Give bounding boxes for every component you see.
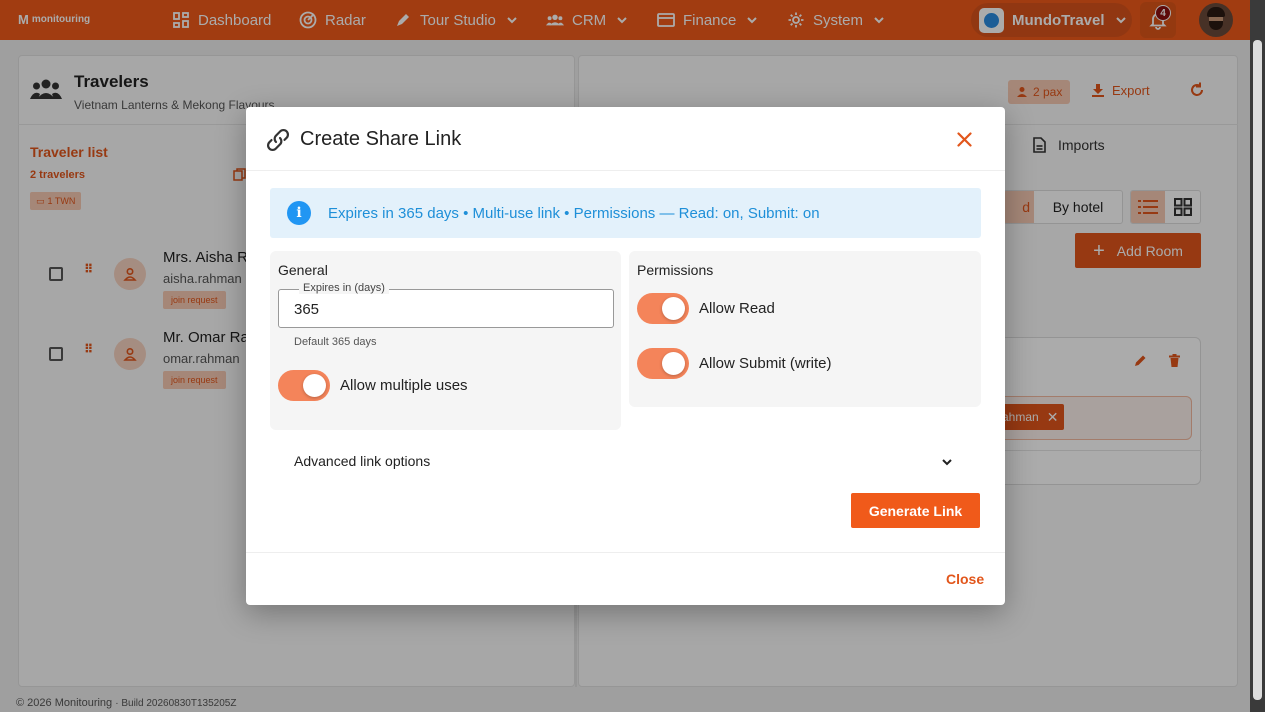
general-section: General Expires in (days) Default 365 da… — [270, 251, 621, 430]
chevron-down-icon — [941, 455, 953, 473]
advanced-options-expander[interactable]: Advanced link options — [270, 444, 981, 478]
info-icon: i — [287, 201, 311, 225]
dialog-title: Create Share Link — [300, 128, 462, 150]
close-button[interactable]: Close — [946, 571, 984, 587]
expires-days-input[interactable] — [294, 301, 594, 318]
toggle-label: Allow Submit (write) — [699, 355, 832, 372]
dialog-footer-divider — [246, 552, 1005, 553]
info-banner: i Expires in 365 days • Multi-use link •… — [270, 188, 981, 238]
close-icon[interactable] — [954, 129, 974, 149]
toggle-switch[interactable] — [278, 370, 330, 401]
toggle-label: Allow Read — [699, 300, 775, 317]
toggle-label: Allow multiple uses — [340, 377, 468, 394]
section-heading: General — [278, 262, 328, 278]
share-link-dialog: Create Share Link i Expires in 365 days … — [246, 107, 1005, 605]
link-icon — [265, 127, 291, 158]
permissions-section: Permissions Allow Read Allow Submit (wri… — [629, 251, 981, 407]
allow-read-toggle[interactable]: Allow Read — [637, 293, 775, 324]
toggle-switch[interactable] — [637, 348, 689, 379]
section-heading: Permissions — [637, 262, 714, 278]
multiple-uses-toggle[interactable]: Allow multiple uses — [278, 370, 468, 401]
allow-submit-toggle[interactable]: Allow Submit (write) — [637, 348, 832, 379]
window-scrollbar[interactable] — [1250, 0, 1265, 712]
toggle-switch[interactable] — [637, 293, 689, 324]
generate-link-button[interactable]: Generate Link — [851, 493, 980, 528]
field-label: Expires in (days) — [299, 282, 389, 294]
expires-days-field[interactable]: Expires in (days) — [278, 282, 614, 328]
dialog-header: Create Share Link — [246, 107, 1005, 171]
info-summary: Expires in 365 days • Multi-use link • P… — [328, 204, 820, 222]
field-hint: Default 365 days — [294, 336, 377, 348]
